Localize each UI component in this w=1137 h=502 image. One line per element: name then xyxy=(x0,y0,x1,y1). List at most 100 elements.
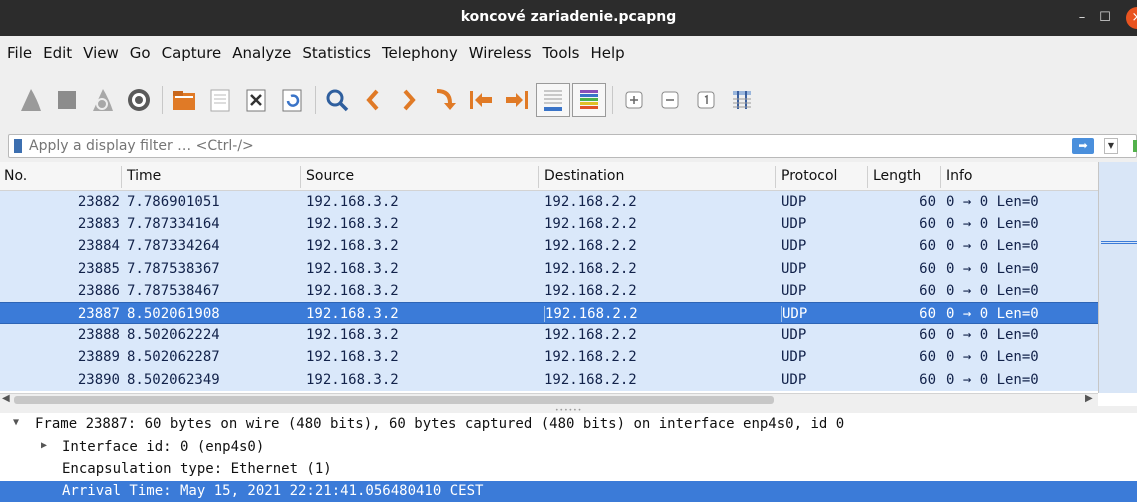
packet-row[interactable]: 23883 7.787334164 192.168.3.2 192.168.2.… xyxy=(0,213,1098,236)
packet-no: 23887 xyxy=(77,305,120,322)
expanded-arrow-icon[interactable]: ▼ xyxy=(13,417,19,428)
column-time[interactable]: Time xyxy=(127,168,161,184)
reload-icon[interactable] xyxy=(275,83,309,117)
tree-item-label: Arrival Time: May 15, 2021 22:21:41.0564… xyxy=(62,483,484,499)
menu-telephony[interactable]: Telephony xyxy=(382,44,458,62)
menu-go[interactable]: Go xyxy=(130,44,151,62)
column-destination[interactable]: Destination xyxy=(544,168,624,184)
packet-row[interactable]: 23890 8.502062349 192.168.3.2 192.168.2.… xyxy=(0,368,1098,391)
packet-row-selected[interactable]: 23887 8.502061908 192.168.3.2 192.168.2.… xyxy=(0,301,1098,325)
resize-columns-icon[interactable] xyxy=(725,83,759,117)
apply-filter-arrow-icon[interactable]: ➡ xyxy=(1072,138,1094,154)
packet-protocol: UDP xyxy=(781,194,807,210)
shark-fin-start-icon[interactable] xyxy=(14,83,48,117)
autoscroll-icon[interactable] xyxy=(536,83,570,117)
pane-splitter[interactable]: •••••• xyxy=(0,406,1137,414)
column-length[interactable]: Length xyxy=(873,168,921,184)
minimap-position-marker xyxy=(1101,241,1137,244)
normal-size-icon[interactable] xyxy=(689,83,723,117)
packet-length: 60 xyxy=(919,260,936,277)
column-separator[interactable] xyxy=(300,166,301,188)
open-folder-icon[interactable] xyxy=(167,83,201,117)
tree-item-arrival-time[interactable]: Arrival Time: May 15, 2021 22:21:41.0564… xyxy=(0,481,1137,502)
packet-row[interactable]: 23882 7.786901051 192.168.3.2 192.168.2.… xyxy=(0,191,1098,214)
packet-time: 7.787334164 xyxy=(127,216,220,233)
scroll-left-arrow-icon[interactable]: ◀ xyxy=(2,393,10,404)
go-to-packet-icon[interactable] xyxy=(428,83,462,117)
packet-row[interactable]: 23888 8.502062224 192.168.3.2 192.168.2.… xyxy=(0,324,1098,347)
tree-item-frame[interactable]: ▼ Frame 23887: 60 bytes on wire (480 bit… xyxy=(0,414,1137,436)
tree-item-label: Interface id: 0 (enp4s0) xyxy=(62,439,265,455)
column-separator[interactable] xyxy=(538,166,539,188)
column-separator[interactable] xyxy=(121,166,122,188)
menu-view[interactable]: View xyxy=(83,44,119,62)
column-no[interactable]: No. xyxy=(4,168,27,184)
packet-source: 192.168.3.2 xyxy=(306,327,399,344)
menu-edit[interactable]: Edit xyxy=(43,44,72,62)
zoom-out-icon[interactable] xyxy=(653,83,687,117)
minimize-icon[interactable]: – xyxy=(1072,8,1092,28)
column-source[interactable]: Source xyxy=(306,168,354,184)
packet-length: 60 xyxy=(919,194,936,210)
packet-time: 8.502061908 xyxy=(127,305,220,322)
packet-no: 23888 xyxy=(77,327,120,344)
tree-item-interface[interactable]: ▶ Interface id: 0 (enp4s0) xyxy=(0,437,1137,459)
packet-length: 60 xyxy=(919,327,936,344)
column-info[interactable]: Info xyxy=(946,168,973,184)
back-arrow-icon[interactable] xyxy=(356,83,390,117)
column-separator[interactable] xyxy=(867,166,868,188)
scroll-right-arrow-icon[interactable]: ▶ xyxy=(1085,393,1093,404)
menu-help[interactable]: Help xyxy=(590,44,624,62)
packet-minimap-scrollbar[interactable] xyxy=(1098,162,1137,393)
packet-length: 60 xyxy=(919,238,936,255)
packet-row[interactable]: 23885 7.787538367 192.168.3.2 192.168.2.… xyxy=(0,257,1098,280)
packet-length: 60 xyxy=(919,216,936,233)
menu-analyze[interactable]: Analyze xyxy=(232,44,291,62)
packet-time: 7.787334264 xyxy=(127,238,220,255)
packet-destination: 192.168.2.2 xyxy=(544,305,638,322)
packet-row[interactable]: 23886 7.787538467 192.168.3.2 192.168.2.… xyxy=(0,279,1098,302)
packet-list: No. Time Source Destination Protocol Len… xyxy=(0,162,1137,406)
close-file-icon[interactable] xyxy=(239,83,273,117)
column-separator[interactable] xyxy=(940,166,941,188)
collapsed-arrow-icon[interactable]: ▶ xyxy=(41,440,47,451)
gear-options-icon[interactable] xyxy=(122,83,156,117)
menu-wireless[interactable]: Wireless xyxy=(469,44,532,62)
colorize-icon[interactable] xyxy=(572,83,606,117)
shark-fin-restart-icon[interactable] xyxy=(86,83,120,117)
search-icon[interactable] xyxy=(320,83,354,117)
packet-info: 0 → 0 Len=0 xyxy=(946,282,1039,299)
packet-time: 8.502062224 xyxy=(127,327,220,344)
close-icon[interactable]: × xyxy=(1126,7,1137,29)
add-filter-button-icon[interactable] xyxy=(1133,140,1137,152)
bookmark-icon[interactable] xyxy=(14,139,22,153)
tree-item-encapsulation[interactable]: Encapsulation type: Ethernet (1) xyxy=(0,459,1137,481)
packet-row[interactable]: 23889 8.502062287 192.168.3.2 192.168.2.… xyxy=(0,346,1098,369)
zoom-in-icon[interactable] xyxy=(617,83,651,117)
maximize-icon[interactable]: ☐ xyxy=(1095,8,1115,28)
forward-arrow-icon[interactable] xyxy=(392,83,426,117)
column-separator[interactable] xyxy=(775,166,776,188)
packet-rows: 23882 7.786901051 192.168.3.2 192.168.2.… xyxy=(0,191,1098,393)
save-file-icon[interactable] xyxy=(203,83,237,117)
packet-row[interactable]: 23884 7.787334264 192.168.3.2 192.168.2.… xyxy=(0,235,1098,258)
packet-info: 0 → 0 Len=0 xyxy=(946,349,1039,366)
stop-square-icon[interactable] xyxy=(50,83,84,117)
scrollbar-thumb[interactable] xyxy=(14,396,774,404)
menu-bar: File Edit View Go Capture Analyze Statis… xyxy=(0,36,1137,70)
column-protocol[interactable]: Protocol xyxy=(781,168,837,184)
packet-info: 0 → 0 Len=0 xyxy=(946,371,1039,388)
toolbar-separator xyxy=(162,86,163,114)
packet-length: 60 xyxy=(919,282,936,299)
filter-history-dropdown-icon[interactable]: ▼ xyxy=(1104,138,1118,154)
menu-statistics[interactable]: Statistics xyxy=(302,44,371,62)
toolbar-separator xyxy=(315,86,316,114)
display-filter-input[interactable] xyxy=(29,136,1049,156)
first-packet-icon[interactable] xyxy=(464,83,498,117)
horizontal-scrollbar[interactable]: ◀ ▶ xyxy=(0,393,1098,406)
last-packet-icon[interactable] xyxy=(500,83,534,117)
packet-source: 192.168.3.2 xyxy=(306,260,399,277)
menu-capture[interactable]: Capture xyxy=(162,44,222,62)
menu-tools[interactable]: Tools xyxy=(543,44,580,62)
menu-file[interactable]: File xyxy=(7,44,32,62)
